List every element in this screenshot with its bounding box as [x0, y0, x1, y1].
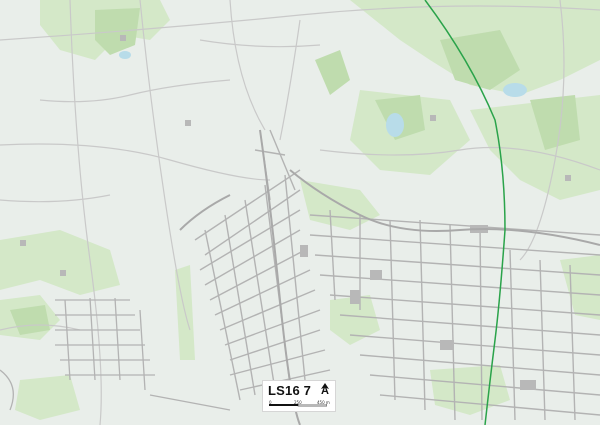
scale-bar: 0 250 450 m: [269, 400, 330, 408]
scale-label-end: 450 m: [317, 400, 330, 405]
scale-label-start: 0: [269, 400, 272, 405]
north-arrow-icon: A: [319, 383, 331, 397]
map-view[interactable]: LS16 7 A 0 250 450 m: [0, 0, 600, 425]
base-map: [0, 0, 600, 425]
north-letter: A: [321, 385, 329, 397]
scale-label-mid: 250: [294, 400, 302, 405]
map-label-box: LS16 7 A 0 250 450 m: [262, 380, 336, 412]
postcode-label: LS16 7: [268, 383, 312, 398]
